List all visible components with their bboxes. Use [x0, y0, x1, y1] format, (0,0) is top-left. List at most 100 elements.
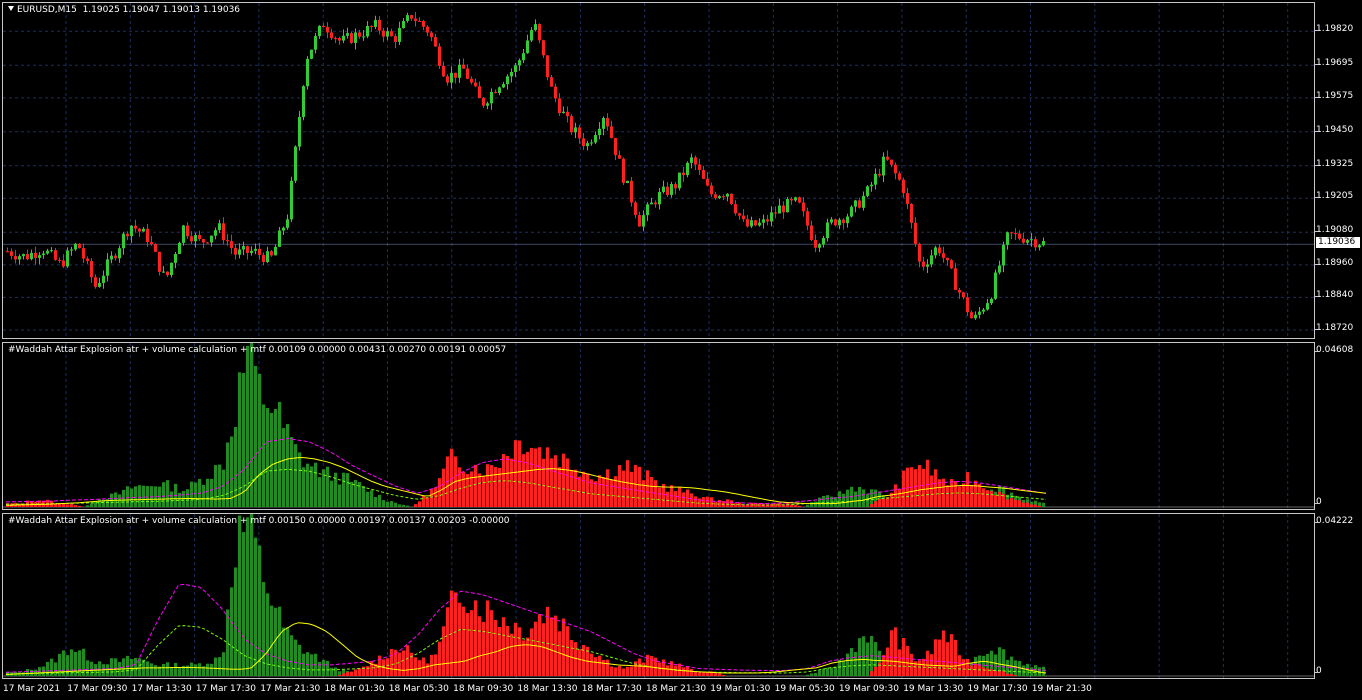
histogram-bar-green	[350, 481, 354, 507]
histogram-bar-red	[898, 488, 902, 507]
histogram-bar-green	[114, 492, 118, 507]
histogram-bar-green	[54, 662, 58, 676]
candle-body	[50, 250, 53, 252]
candle-body	[194, 235, 197, 242]
indicator-1-canvas[interactable]	[3, 343, 1315, 510]
histogram-bar-red	[526, 637, 530, 676]
histogram-bar-green	[258, 545, 262, 676]
histogram-bar-red	[610, 666, 614, 676]
histogram-bar-red	[970, 484, 974, 507]
histogram-bar-red	[490, 610, 494, 676]
candle-body	[998, 265, 1001, 273]
candle-body	[142, 228, 145, 232]
price-axis[interactable]: 1.19820 1.19695 1.19575 1.19450 1.19325 1.192…	[1313, 2, 1362, 339]
candle-body	[990, 298, 993, 304]
candle-body	[794, 197, 797, 201]
histogram-bar-red	[934, 639, 938, 676]
histogram-bar-red	[598, 475, 602, 507]
histogram-bar-green	[354, 479, 358, 507]
histogram-bar-red	[718, 673, 722, 676]
histogram-bar-red	[730, 500, 734, 507]
candle-body	[678, 172, 681, 189]
candle-body	[542, 40, 545, 56]
histogram-bar-red	[718, 499, 722, 507]
histogram-bar-green	[850, 648, 854, 676]
time-axis[interactable]: 17 Mar 2021 17 Mar 09:30 17 Mar 13:30 17 Ma…	[0, 680, 1316, 700]
indicator-pane-1[interactable]: #Waddah Attar Explosion atr + volume cal…	[2, 342, 1315, 510]
histogram-bar-green	[338, 484, 342, 507]
candle-body	[578, 127, 581, 139]
histogram-bar-red	[694, 496, 698, 507]
histogram-bar-red	[646, 470, 650, 507]
candle-body	[30, 252, 33, 260]
candle-body	[1018, 233, 1021, 239]
histogram-bar-red	[398, 652, 402, 676]
candle-body	[102, 275, 105, 283]
histogram-bar-red	[638, 658, 642, 676]
price-chart-canvas[interactable]	[3, 3, 1315, 339]
histogram-bar-green	[346, 473, 350, 507]
histogram-bar-green	[382, 500, 386, 507]
histogram-bar-red	[1010, 498, 1014, 507]
candle-body	[658, 192, 661, 205]
histogram-bar-green	[846, 489, 850, 507]
histogram-bar-red	[470, 471, 474, 507]
histogram-bar-red	[486, 464, 490, 507]
candle-body	[650, 202, 653, 205]
histogram-bar-red	[726, 499, 730, 507]
dropdown-triangle-icon[interactable]	[8, 6, 14, 11]
histogram-bar-red	[422, 495, 426, 507]
histogram-bar-red	[438, 478, 442, 507]
histogram-bar-green	[822, 668, 826, 676]
histogram-bar-green	[262, 582, 266, 676]
histogram-bar-green	[222, 652, 226, 676]
indicator-pane-2[interactable]: #Waddah Attar Explosion atr + volume cal…	[2, 513, 1315, 679]
histogram-bar-green	[830, 667, 834, 676]
histogram-bar-red	[406, 645, 410, 676]
candle-body	[274, 246, 277, 256]
histogram-bar-green	[254, 537, 258, 676]
histogram-bar-red	[638, 466, 642, 507]
price-chart-pane[interactable]: EURUSD,M15 1.19025 1.19047 1.19013 1.190…	[2, 2, 1315, 339]
candle-body	[514, 65, 517, 72]
histogram-bar-red	[962, 483, 966, 507]
histogram-bar-green	[178, 667, 182, 676]
indicator-2-canvas[interactable]	[3, 514, 1315, 679]
histogram-bar-red	[550, 458, 554, 507]
candle-body	[26, 254, 29, 260]
candle-body	[850, 206, 853, 217]
price-tick-label: 1.19575	[1313, 90, 1354, 101]
histogram-bar-red	[714, 673, 718, 676]
histogram-bar-green	[174, 662, 178, 676]
histogram-bar-green	[82, 648, 86, 676]
candle-body	[406, 15, 409, 22]
histogram-bar-green	[166, 480, 170, 507]
candle-body	[450, 72, 453, 83]
histogram-bar-red	[938, 639, 942, 676]
histogram-bar-green	[154, 665, 158, 676]
histogram-bar-red	[590, 653, 594, 676]
histogram-bar-red	[994, 494, 998, 507]
histogram-bar-red	[634, 464, 638, 507]
candle-body	[618, 155, 621, 159]
time-tick-label: 17 Mar 09:30	[67, 684, 128, 694]
candle-body	[638, 215, 641, 227]
time-tick-label: 19 Mar 09:30	[838, 684, 899, 694]
histogram-bar-green	[858, 487, 862, 507]
histogram-bar-red	[874, 501, 878, 507]
histogram-bar-red	[474, 464, 478, 507]
histogram-bar-red	[554, 455, 558, 507]
histogram-bar-red	[446, 607, 450, 676]
histogram-bar-red	[342, 673, 346, 676]
histogram-bar-red	[402, 650, 406, 676]
time-tick-label: 17 Mar 13:30	[131, 684, 192, 694]
histogram-bar-red	[618, 665, 622, 676]
histogram-bar-green	[342, 472, 346, 507]
candle-body	[622, 158, 625, 184]
candle-body	[78, 243, 81, 249]
histogram-bar-red	[1002, 671, 1006, 676]
candle-body	[494, 91, 497, 93]
candle-body	[986, 303, 989, 310]
candle-body	[310, 49, 313, 59]
ohlc-values: 1.19025 1.19047 1.19013 1.19036	[82, 5, 241, 15]
